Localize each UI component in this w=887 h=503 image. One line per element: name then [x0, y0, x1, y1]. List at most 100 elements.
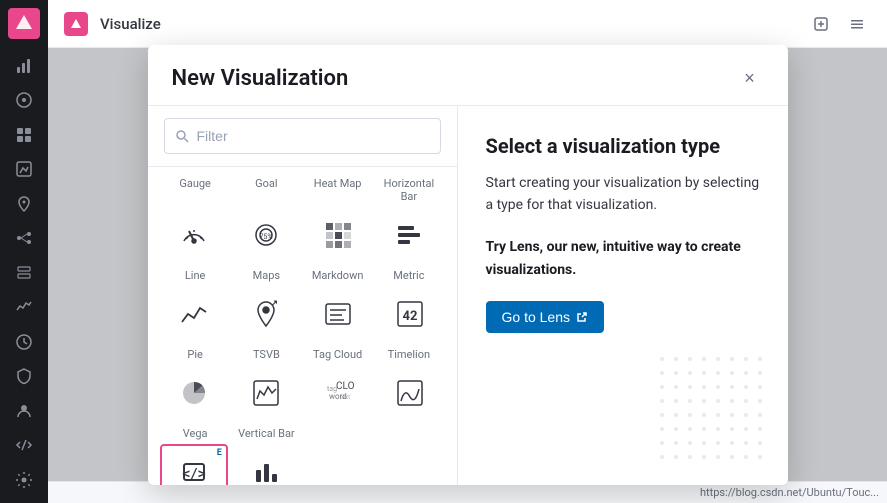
sidebar-icon-canvas[interactable]	[8, 154, 40, 185]
sidebar-icon-discover[interactable]	[8, 85, 40, 116]
external-link-icon	[576, 311, 588, 323]
goal-icon: 75%	[248, 217, 284, 253]
viz-grid: Gauge Goal Heat Map Horizontal Bar	[148, 167, 457, 485]
heatmap-icon	[320, 217, 356, 253]
viz-item-vega[interactable]: E </>	[160, 444, 228, 485]
row4-labels: Vega Vertical Bar	[160, 425, 445, 442]
maps-icon: ↗	[248, 296, 284, 332]
tagcloud-icon: tag CLOUD word text	[320, 375, 356, 411]
sidebar-icon-infra[interactable]	[8, 258, 40, 289]
line-label: Line	[160, 267, 231, 284]
viz-item-maps[interactable]: ↗	[232, 286, 300, 342]
main-content: Visualize	[48, 0, 887, 503]
vega-badge: E	[217, 448, 222, 458]
metric-label: Metric	[373, 267, 444, 284]
horizontalbar-label: Horizontal Bar	[373, 175, 444, 205]
search-input-wrap[interactable]	[164, 118, 441, 154]
row3-labels: Pie TSVB Tag Cloud Timelion	[160, 346, 445, 363]
search-icon	[175, 129, 189, 143]
viz-item-tagcloud[interactable]: tag CLOUD word text	[304, 365, 372, 421]
sidebar-icon-dev[interactable]	[8, 430, 40, 461]
viz-item-horizontal-bar[interactable]	[376, 207, 444, 263]
viz-item-vertical-bar[interactable]	[232, 444, 300, 485]
markdown-label: Markdown	[302, 267, 373, 284]
modal-header: New Visualization ×	[148, 45, 788, 106]
topbar-title: Visualize	[100, 15, 161, 33]
maps-label: Maps	[231, 267, 302, 284]
svg-text:42: 42	[403, 309, 418, 324]
modal-title: New Visualization	[172, 66, 349, 91]
viz-item-metric[interactable]: 42	[376, 286, 444, 342]
horizontal-bar-icon	[392, 217, 428, 253]
viz-item-goal[interactable]: 75%	[232, 207, 300, 263]
viz-item-timelion[interactable]	[376, 365, 444, 421]
svg-text:text: text	[340, 394, 350, 401]
svg-text:</>: </>	[182, 467, 206, 482]
sidebar-icon-settings[interactable]	[8, 465, 40, 496]
line-icon	[176, 296, 212, 332]
goal-label: Goal	[231, 175, 302, 205]
gauge-icon	[176, 217, 212, 253]
tsvb-label: TSVB	[231, 346, 302, 363]
sidebar	[0, 0, 48, 503]
sidebar-icon-siem[interactable]	[8, 361, 40, 392]
new-visualization-modal: New Visualization ×	[148, 45, 788, 485]
vertical-bar-icon	[248, 454, 284, 485]
tsvb-icon	[248, 375, 284, 411]
viz-item-pie[interactable]	[160, 365, 228, 421]
info-title: Select a visualization type	[486, 134, 760, 158]
modal-body: Gauge Goal Heat Map Horizontal Bar	[148, 106, 788, 485]
modal-overlay: New Visualization ×	[48, 48, 887, 481]
topbar-actions	[807, 10, 871, 38]
modal-close-button[interactable]: ×	[736, 65, 764, 93]
go-to-lens-label: Go to Lens	[502, 309, 571, 325]
menu-button[interactable]	[843, 10, 871, 38]
pie-icon	[176, 375, 212, 411]
sidebar-icon-visualize[interactable]	[8, 51, 40, 82]
app-logo[interactable]	[8, 8, 40, 39]
gauge-label: Gauge	[160, 175, 231, 205]
svg-text:CLOUD: CLOUD	[336, 381, 354, 392]
svg-text:75%: 75%	[259, 233, 272, 241]
svg-text:↗: ↗	[270, 299, 278, 309]
markdown-icon	[320, 296, 356, 332]
metric-icon: 42	[392, 296, 428, 332]
row2-labels: Line Maps Markdown Metric	[160, 267, 445, 284]
viz-item-gauge[interactable]	[160, 207, 228, 263]
tagcloud-label: Tag Cloud	[302, 346, 373, 363]
viz-item-tsvb[interactable]	[232, 365, 300, 421]
info-description: Start creating your visualization by sel…	[486, 172, 760, 217]
viz-search-section	[148, 106, 457, 167]
row3-icons: tag CLOUD word text	[160, 365, 445, 421]
dot-grid-decoration: // Generate dots for(let i=0;i<64;i++) d…	[660, 357, 768, 465]
sidebar-icon-uptime[interactable]	[8, 327, 40, 358]
status-url: https://blog.csdn.net/Ubuntu/Touc...	[700, 486, 879, 499]
sidebar-icon-maps[interactable]	[8, 189, 40, 220]
viz-type-panel: Gauge Goal Heat Map Horizontal Bar	[148, 106, 458, 485]
row1-labels: Gauge Goal Heat Map Horizontal Bar	[160, 175, 445, 205]
lens-promo-text: Try Lens, our new, intuitive way to crea…	[486, 236, 760, 281]
viz-item-markdown[interactable]	[304, 286, 372, 342]
viz-item-line[interactable]	[160, 286, 228, 342]
verticalbar-label: Vertical Bar	[231, 425, 302, 442]
topbar: Visualize	[48, 0, 887, 48]
info-panel: Select a visualization type Start creati…	[458, 106, 788, 485]
go-to-lens-button[interactable]: Go to Lens	[486, 301, 605, 333]
lens-promo-strong: Try Lens, our new, intuitive way to crea…	[486, 239, 741, 277]
sidebar-icon-user[interactable]	[8, 396, 40, 427]
sidebar-icon-ml[interactable]	[8, 223, 40, 254]
page-content: New Visualization ×	[48, 48, 887, 481]
row1-icons: 75%	[160, 207, 445, 263]
share-button[interactable]	[807, 10, 835, 38]
vega-label: Vega	[160, 425, 231, 442]
timelion-label: Timelion	[373, 346, 444, 363]
viz-item-heatmap[interactable]	[304, 207, 372, 263]
row4-icons: E </>	[160, 444, 445, 485]
timelion-icon	[392, 375, 428, 411]
sidebar-icon-apm[interactable]	[8, 292, 40, 323]
heatmap-label: Heat Map	[302, 175, 373, 205]
vega-icon: </>	[176, 454, 212, 485]
sidebar-icon-dashboard[interactable]	[8, 120, 40, 151]
row2-icons: ↗	[160, 286, 445, 342]
search-input[interactable]	[197, 128, 430, 144]
